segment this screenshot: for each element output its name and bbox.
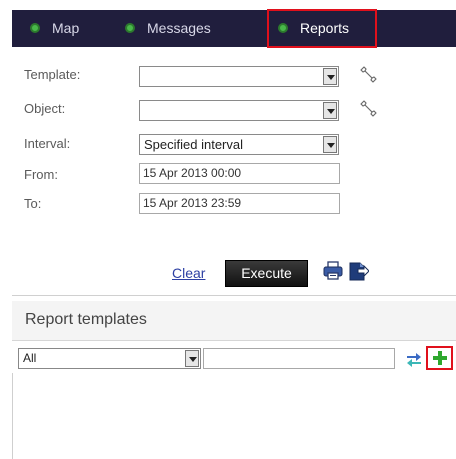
plus-icon <box>433 351 447 365</box>
object-label: Object: <box>24 101 66 116</box>
chevron-down-icon[interactable] <box>323 136 337 153</box>
top-navigation: Map Messages Reports <box>12 9 456 48</box>
chevron-down-icon[interactable] <box>185 350 199 367</box>
from-date-value: 15 Apr 2013 00:00 <box>143 166 242 180</box>
chevron-down-icon[interactable] <box>323 68 337 85</box>
reports-panel: Map Messages Reports Template: Object: I… <box>0 0 456 459</box>
swap-arrows-icon[interactable] <box>405 350 423 368</box>
printer-icon[interactable] <box>322 260 344 282</box>
tab-reports-label: Reports <box>300 20 350 36</box>
chevron-down-icon[interactable] <box>323 102 337 119</box>
add-template-button[interactable] <box>426 346 453 370</box>
tab-map-label: Map <box>52 20 80 36</box>
interval-label: Interval: <box>24 136 71 151</box>
wrench-icon[interactable] <box>357 64 379 86</box>
section-title: Report templates <box>25 311 147 328</box>
clear-link[interactable]: Clear <box>172 265 205 281</box>
template-label: Template: <box>24 67 81 82</box>
interval-select[interactable]: Specified interval <box>139 134 339 155</box>
tab-map[interactable]: Map <box>30 10 79 47</box>
report-form: Template: Object: Interval: Specified in… <box>12 47 456 295</box>
to-label: To: <box>24 196 42 211</box>
template-filter-select[interactable]: All <box>18 348 201 369</box>
object-select[interactable] <box>139 100 339 121</box>
execute-button[interactable]: Execute <box>225 260 308 287</box>
tab-reports[interactable]: Reports <box>267 9 377 48</box>
report-templates-toolbar: All <box>12 340 456 374</box>
export-icon[interactable] <box>347 260 369 282</box>
tab-messages[interactable]: Messages <box>125 10 211 47</box>
tab-messages-label: Messages <box>147 20 211 36</box>
from-label: From: <box>24 167 58 182</box>
to-date-value: 15 Apr 2013 23:59 <box>143 196 242 210</box>
to-date-input[interactable]: 15 Apr 2013 23:59 <box>139 193 340 214</box>
template-select[interactable] <box>139 66 339 87</box>
wrench-icon[interactable] <box>357 98 379 120</box>
template-search-input[interactable] <box>203 348 395 369</box>
status-dot-icon <box>278 23 288 34</box>
template-filter-value: All <box>23 351 37 365</box>
interval-select-value: Specified interval <box>144 137 243 152</box>
status-dot-icon <box>125 23 135 34</box>
divider <box>12 295 456 296</box>
report-templates-header: Report templates <box>12 301 456 341</box>
from-date-input[interactable]: 15 Apr 2013 00:00 <box>139 163 340 184</box>
status-dot-icon <box>30 23 40 34</box>
list-border <box>12 373 13 459</box>
